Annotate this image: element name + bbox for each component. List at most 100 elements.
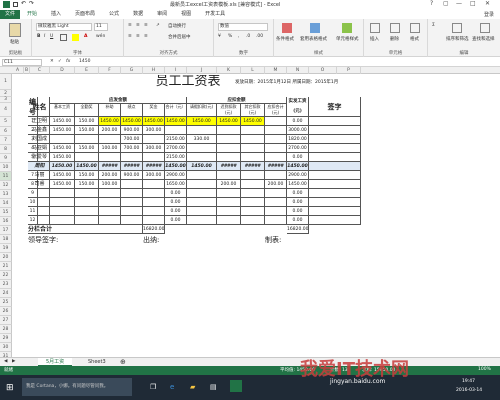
format-cells-icon[interactable] [410, 23, 420, 33]
data-cell[interactable] [241, 171, 265, 180]
comma-icon[interactable]: , [238, 34, 239, 39]
column-header-P[interactable]: P [337, 67, 361, 74]
excel-taskbar-icon[interactable] [230, 380, 242, 392]
data-cell[interactable] [75, 207, 99, 216]
data-cell[interactable]: ##### [265, 162, 287, 171]
edge-icon[interactable]: e [170, 383, 174, 391]
data-cell[interactable]: ##### [217, 162, 241, 171]
data-cell[interactable]: 200.00 [99, 126, 121, 135]
data-cell[interactable] [217, 171, 241, 180]
data-cell[interactable] [241, 216, 265, 225]
header-deduct[interactable]: 应扣金额 [187, 97, 287, 104]
row-header[interactable]: 6 [0, 127, 12, 136]
data-cell[interactable] [143, 135, 165, 144]
employee-name[interactable]: 马丽 [30, 171, 50, 180]
font-color-icon[interactable]: A [84, 34, 87, 39]
data-cell[interactable]: 2150.00 [165, 135, 187, 144]
data-cell[interactable] [99, 216, 121, 225]
data-cell[interactable]: 1450.00 [165, 162, 187, 171]
data-cell[interactable]: 700.00 [121, 135, 143, 144]
data-cell[interactable]: 0.00 [287, 216, 309, 225]
login-link[interactable]: 登录 [484, 11, 494, 18]
fill-color-icon[interactable] [72, 34, 79, 41]
column-header-F[interactable]: F [99, 67, 121, 74]
employee-name[interactable]: 王卫明 [30, 117, 50, 126]
row-header[interactable]: 10 [0, 163, 12, 172]
row-header[interactable]: 8 [0, 145, 12, 154]
number-format-select[interactable]: 数值 [218, 23, 268, 31]
align-right-icon[interactable]: ≡ [144, 34, 148, 39]
data-cell[interactable]: 1820.00 [287, 135, 309, 144]
data-cell[interactable]: 2900.00 [165, 171, 187, 180]
data-cell[interactable]: 1450.00 [241, 117, 265, 126]
row-header[interactable]: 20 [0, 253, 12, 262]
bold-icon[interactable]: B [37, 34, 40, 39]
header-actual[interactable]: 实发工资(元) [287, 97, 309, 117]
employee-name[interactable]: 周阳 [30, 162, 50, 171]
conditional-format-icon[interactable] [282, 23, 292, 33]
subtotal-value[interactable]: 16820.00 [143, 225, 165, 234]
data-cell[interactable] [187, 153, 217, 162]
data-cell[interactable] [121, 180, 143, 189]
column-header-C[interactable]: C [30, 67, 50, 74]
data-cell[interactable]: 1450.00 [50, 180, 75, 189]
formula-input[interactable]: 1450 [78, 59, 494, 66]
row-header[interactable]: 2 [0, 90, 12, 97]
ribbon-display-icon[interactable]: ▢ [443, 0, 449, 7]
sign-cell[interactable] [309, 216, 361, 225]
cell-styles-icon[interactable] [342, 23, 352, 33]
paste-icon[interactable] [9, 23, 21, 37]
data-cell[interactable]: 1450.00 [217, 117, 241, 126]
data-cell[interactable] [50, 207, 75, 216]
table-format-button[interactable]: 套用表格格式 [300, 36, 327, 42]
data-cell[interactable] [241, 180, 265, 189]
cancel-icon[interactable]: ✕ [50, 59, 54, 64]
wrap-text-button[interactable]: 自动换行 [168, 23, 186, 29]
sub-header[interactable]: 绩点 [121, 104, 143, 117]
save-icon[interactable] [13, 2, 18, 7]
data-cell[interactable] [143, 198, 165, 207]
sub-header[interactable]: 请假扣款(元) [187, 104, 217, 117]
close-icon[interactable]: ✕ [485, 0, 490, 7]
column-header-A[interactable]: A [12, 67, 24, 74]
data-cell[interactable] [143, 153, 165, 162]
currency-icon[interactable]: ¥ [218, 34, 221, 39]
data-cell[interactable] [75, 153, 99, 162]
subtotal-actual[interactable]: 16820.00 [287, 225, 309, 234]
data-cell[interactable]: 1450.00 [165, 117, 187, 126]
data-cell[interactable]: 330.00 [187, 135, 217, 144]
sign-cell[interactable] [309, 117, 361, 126]
sign-cell[interactable] [309, 189, 361, 198]
find-select-icon[interactable] [480, 23, 490, 33]
data-cell[interactable] [99, 189, 121, 198]
row-header[interactable]: 16 [0, 217, 12, 226]
data-cell[interactable]: 1450.00 [287, 180, 309, 189]
sub-header[interactable]: 迟到扣款(元) [217, 104, 241, 117]
data-cell[interactable] [217, 207, 241, 216]
data-cell[interactable] [217, 216, 241, 225]
data-cell[interactable] [265, 144, 287, 153]
cell-styles-button[interactable]: 单元格样式 [336, 36, 359, 42]
insert-function-icon[interactable]: fx [66, 59, 70, 64]
data-cell[interactable]: 100.00 [99, 180, 121, 189]
border-icon[interactable] [60, 34, 67, 41]
row-header[interactable]: 18 [0, 235, 12, 244]
data-cell[interactable]: 2700.00 [165, 144, 187, 153]
data-cell[interactable]: 150.00 [75, 171, 99, 180]
employee-name[interactable]: 张爱琴 [30, 153, 50, 162]
sign-cell[interactable] [309, 198, 361, 207]
row-header[interactable]: 12 [0, 181, 12, 190]
data-cell[interactable] [265, 117, 287, 126]
data-cell[interactable] [241, 189, 265, 198]
data-cell[interactable] [50, 135, 75, 144]
undo-icon[interactable]: ↶ [21, 0, 26, 7]
sign-cell[interactable] [309, 144, 361, 153]
employee-name[interactable]: 司睿 [30, 180, 50, 189]
header-payable[interactable]: 应发金额 [50, 97, 187, 104]
sort-filter-button[interactable]: 排序和筛选 [446, 36, 469, 42]
data-cell[interactable]: 0.00 [287, 117, 309, 126]
sign-cell[interactable] [309, 162, 361, 171]
data-cell[interactable]: ##### [241, 162, 265, 171]
data-cell[interactable] [217, 153, 241, 162]
align-middle-icon[interactable]: ≡ [136, 23, 140, 28]
